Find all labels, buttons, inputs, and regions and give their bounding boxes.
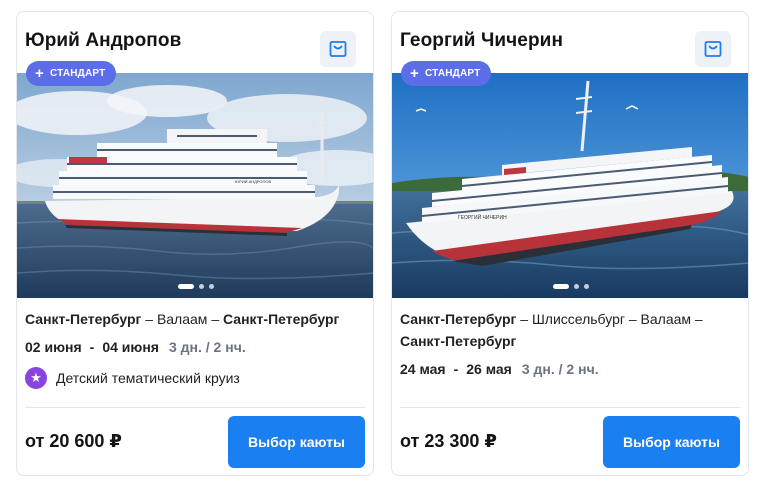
date-separator: - [453,361,459,377]
route-sep: – [141,311,157,327]
class-badge: + СТАНДАРТ [26,61,117,86]
class-badge: + СТАНДАРТ [401,61,492,86]
date-to: 26 мая [466,361,512,377]
hull-label: ЮРИЙ АНДРОПОВ [235,179,272,184]
carousel-dot[interactable] [584,284,589,289]
route-sep: – [691,311,703,327]
date-from: 02 июня [25,339,82,355]
carousel-dot[interactable] [574,284,579,289]
cruise-theme: ★ Детский тематический круиз [25,367,240,389]
duration: 3 дн. / 2 нч. [521,361,599,377]
cruise-dates: 02 июня - 04 июня 3 дн. / 2 нч. [25,339,246,355]
carousel-dot[interactable] [553,284,569,289]
ship-photo-image: ГЕОРГИЙ ЧИЧЕРИН [392,73,748,298]
theme-label: Детский тематический круиз [56,370,240,386]
ship-photo[interactable]: ГЕОРГИЙ ЧИЧЕРИН [392,73,748,298]
route: Санкт-Петербург – Валаам – Санкт-Петербу… [25,308,345,330]
route: Санкт-Петербург – Шлиссельбург – Валаам … [400,308,720,352]
route-start: Санкт-Петербург [25,311,142,327]
plus-icon: + [410,64,419,82]
route-start: Санкт-Петербург [400,311,517,327]
select-cabin-button[interactable]: Выбор каюты [603,416,740,468]
route-end: Санкт-Петербург [223,311,340,327]
carousel-dot[interactable] [199,284,204,289]
select-cabin-button[interactable]: Выбор каюты [228,416,365,468]
bag-icon [704,41,722,57]
date-from: 24 мая [400,361,446,377]
carousel-dots[interactable] [553,284,589,289]
date-to: 04 июня [102,339,159,355]
plus-icon: + [35,64,44,82]
cruise-card[interactable]: Юрий Андропов + СТАНДАРТ ЮРИЙ АНДРОПОВ С… [16,11,374,476]
route-middle: Шлиссельбург – Валаам [531,311,692,327]
badge-label: СТАНДАРТ [424,68,481,79]
divider [25,407,365,408]
price: от 20 600 ₽ [25,431,122,451]
route-sep: – [207,311,224,327]
hull-label: ГЕОРГИЙ ЧИЧЕРИН [458,213,507,221]
date-separator: - [89,339,95,355]
route-middle: Валаам [156,311,208,327]
duration: 3 дн. / 2 нч. [168,339,246,355]
carousel-dot[interactable] [178,284,194,289]
ship-photo[interactable]: ЮРИЙ АНДРОПОВ [17,73,373,298]
star-icon: ★ [25,367,47,389]
badge-label: СТАНДАРТ [49,68,106,79]
cruise-dates: 24 мая - 26 мая 3 дн. / 2 нч. [400,361,599,377]
ship-photo-image: ЮРИЙ АНДРОПОВ [17,73,373,298]
favorite-button[interactable] [695,31,731,67]
ship-name[interactable]: Юрий Андропов [25,30,181,52]
carousel-dots[interactable] [178,284,214,289]
route-sep: – [516,311,532,327]
bag-icon [329,41,347,57]
favorite-button[interactable] [320,31,356,67]
carousel-dot[interactable] [209,284,214,289]
divider [400,407,740,408]
route-end: Санкт-Петербург [400,333,517,349]
price: от 23 300 ₽ [400,431,497,451]
cruise-card[interactable]: Георгий Чичерин + СТАНДАРТ ГЕОРГИЙ ЧИЧЕР… [391,11,749,476]
ship-name[interactable]: Георгий Чичерин [400,30,563,52]
